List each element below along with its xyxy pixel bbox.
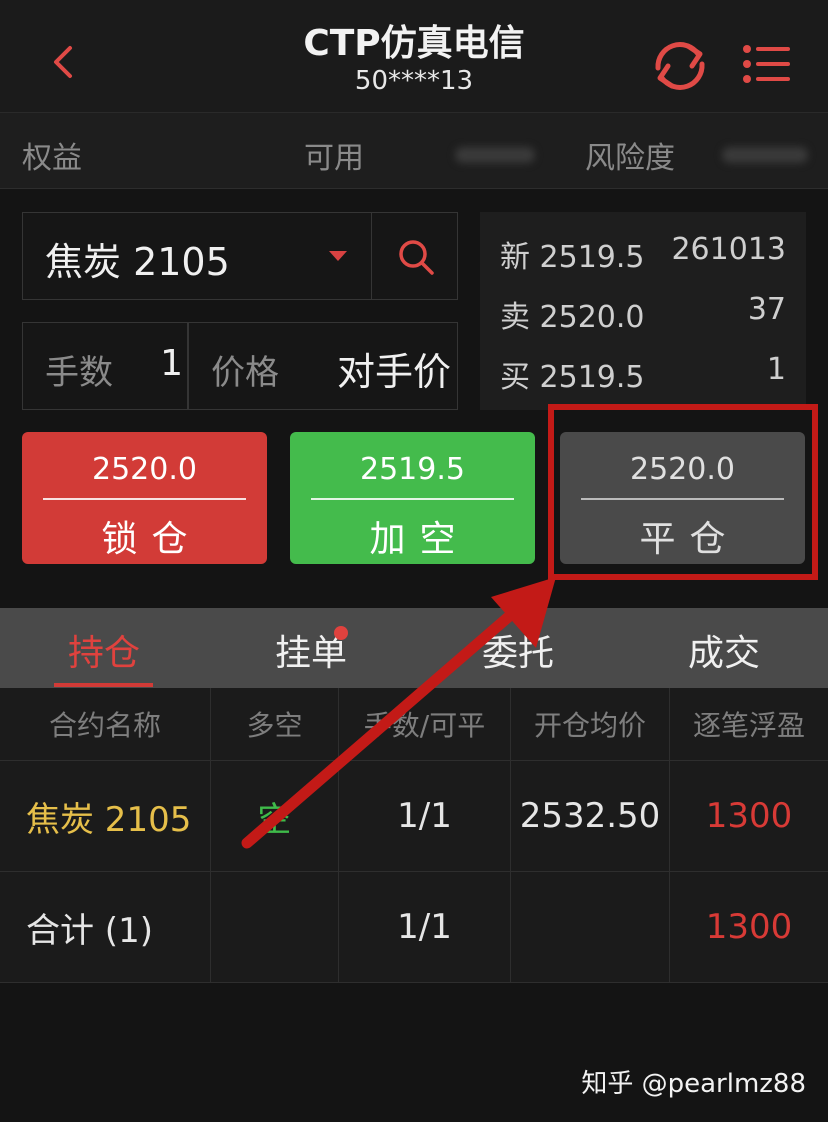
lock-price: 2520.0: [92, 452, 197, 487]
price-value[interactable]: 对手价: [337, 341, 451, 396]
total-direction: [211, 872, 339, 982]
header-bar: CTP仿真电信 50****13: [0, 0, 828, 113]
risk-label: 风险度: [585, 141, 675, 176]
tab-orders[interactable]: 委托: [482, 624, 554, 676]
available-value-redacted: [455, 147, 535, 163]
quantity-label: 手数: [45, 353, 113, 393]
equity-label: 权益: [22, 141, 82, 176]
divider: [311, 498, 514, 500]
row-pnl: 1300: [705, 796, 793, 836]
row-avg-price: 2532.50: [511, 761, 670, 871]
table-total-row: 合计 (1) 1/1 1300: [0, 872, 828, 983]
quote-last-label: 新 2519.5: [500, 240, 645, 275]
add-short-button[interactable]: 2519.5 加空: [290, 432, 535, 564]
tab-bar: 持仓 挂单 委托 成交: [0, 608, 828, 688]
notification-dot-icon: [334, 626, 348, 640]
account-info-bar: 权益 可用 风险度: [0, 113, 828, 189]
contract-name: 焦炭 2105: [45, 240, 230, 284]
header-pnl: 逐笔浮盈: [692, 709, 805, 742]
header-quantity: 手数/可平: [339, 688, 511, 760]
total-label: 合计 (1): [0, 872, 211, 982]
watermark: 知乎 @pearlmz88: [581, 1069, 806, 1099]
annotation-highlight-box: [548, 404, 818, 580]
row-contract: 焦炭 2105: [0, 761, 211, 871]
available-label: 可用: [304, 141, 364, 176]
quote-bid-volume: 1: [766, 352, 786, 387]
quote-panel: 新 2519.5 261013 卖 2520.0 37 买 2519.5 1: [480, 212, 806, 410]
tab-positions[interactable]: 持仓: [68, 624, 140, 676]
risk-value-redacted: [722, 147, 808, 163]
price-field[interactable]: 价格 对手价: [188, 322, 458, 410]
active-tab-indicator: [54, 683, 153, 687]
dropdown-triangle-icon[interactable]: [329, 251, 347, 261]
short-label: 加空: [369, 519, 470, 560]
total-pnl: 1300: [705, 907, 793, 947]
total-quantity: 1/1: [339, 872, 511, 982]
tab-trades[interactable]: 成交: [688, 624, 760, 676]
quantity-field[interactable]: 手数 1: [22, 322, 188, 410]
price-label: 价格: [211, 353, 279, 393]
header-contract: 合约名称: [0, 688, 211, 760]
header-avg-price: 开仓均价: [511, 688, 670, 760]
lock-label: 锁仓: [101, 519, 202, 560]
table-row[interactable]: 焦炭 2105 空 1/1 2532.50 1300: [0, 761, 828, 872]
header-direction: 多空: [211, 688, 339, 760]
quote-ask-label: 卖 2520.0: [500, 300, 645, 335]
quote-bid-label: 买 2519.5: [500, 360, 645, 395]
quote-bid: 买 2519.5 1: [500, 352, 786, 395]
quote-last-volume: 261013: [671, 232, 786, 267]
quote-ask: 卖 2520.0 37: [500, 292, 786, 335]
short-price: 2519.5: [360, 452, 465, 487]
refresh-icon[interactable]: [648, 38, 712, 94]
quantity-value[interactable]: 1: [160, 343, 183, 384]
list-menu-icon[interactable]: [742, 42, 792, 86]
search-icon: [399, 240, 434, 275]
quote-last: 新 2519.5 261013: [500, 232, 786, 275]
table-header: 合约名称 多空 手数/可平 开仓均价 逐笔浮盈: [0, 688, 828, 761]
quote-ask-volume: 37: [747, 292, 786, 327]
total-avg-price: [511, 872, 670, 982]
contract-selector[interactable]: 焦炭 2105: [22, 212, 458, 300]
divider: [43, 498, 246, 500]
positions-table: 合约名称 多空 手数/可平 开仓均价 逐笔浮盈 焦炭 2105 空 1/1 25…: [0, 688, 828, 983]
row-direction: 空: [211, 761, 339, 871]
row-quantity: 1/1: [339, 761, 511, 871]
search-button[interactable]: [371, 213, 459, 299]
lock-position-button[interactable]: 2520.0 锁仓: [22, 432, 267, 564]
